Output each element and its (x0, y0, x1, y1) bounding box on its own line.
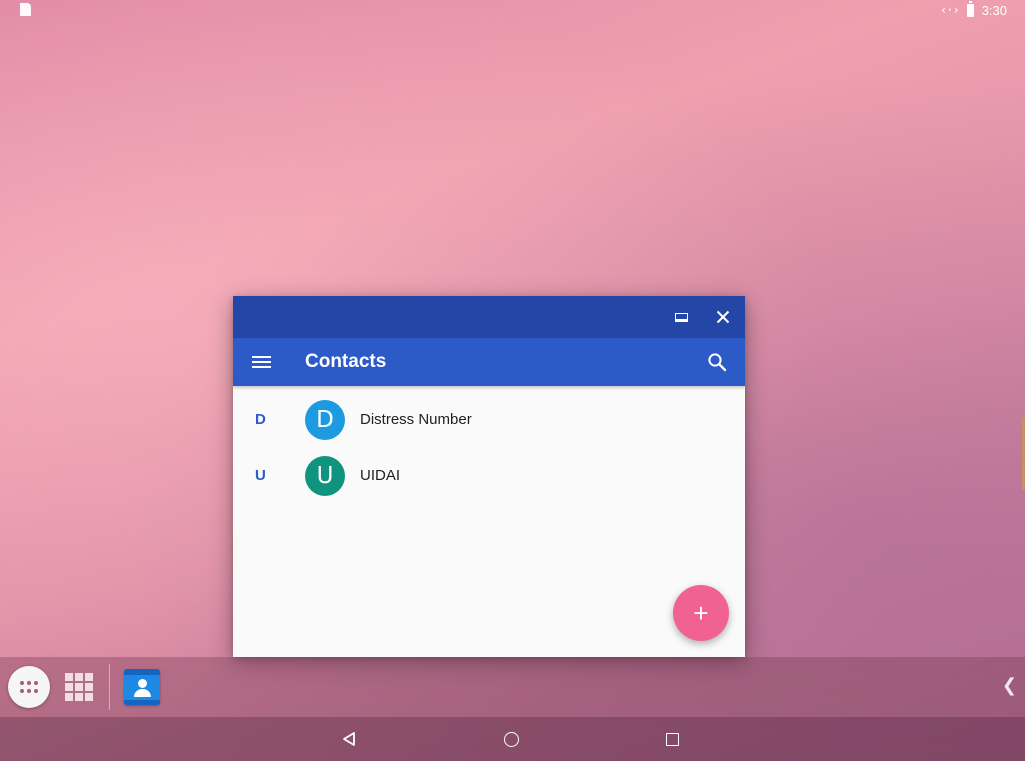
taskbar-divider (109, 664, 110, 710)
app-drawer-button[interactable] (8, 666, 50, 708)
contact-name: Distress Number (360, 411, 472, 428)
close-icon (716, 310, 730, 324)
avatar: U (305, 456, 345, 496)
hamburger-menu-icon[interactable] (249, 350, 273, 374)
status-icons: ‹·› 3:30 (940, 0, 1007, 19)
app-title: Contacts (305, 351, 387, 372)
status-bar: ‹·› 3:30 (0, 0, 1025, 20)
avatar: D (305, 400, 345, 440)
section-header: U (255, 467, 266, 484)
taskbar-collapse-icon[interactable]: ❮ (1002, 675, 1017, 696)
ethernet-icon: ‹·› (940, 3, 960, 17)
contacts-window: Contacts D D Distress Number U U UIDAI + (233, 296, 745, 657)
home-button[interactable] (491, 723, 531, 755)
add-contact-button[interactable]: + (673, 585, 729, 641)
taskbar: ❮ (0, 657, 1025, 717)
plus-icon: + (693, 598, 709, 628)
app-bar: Contacts (233, 338, 745, 386)
sd-card-icon (20, 3, 31, 16)
contact-row[interactable]: D D Distress Number (233, 392, 745, 448)
search-icon (708, 353, 727, 372)
recents-button[interactable] (652, 723, 692, 755)
contact-list: D D Distress Number U U UIDAI (233, 392, 745, 504)
recents-icon (665, 732, 679, 746)
status-clock: 3:30 (981, 2, 1007, 18)
search-button[interactable] (705, 350, 729, 374)
maximize-icon (674, 312, 688, 322)
contact-name: UIDAI (360, 467, 401, 484)
back-button[interactable] (329, 723, 369, 755)
battery-charging-icon (966, 0, 974, 17)
back-icon (343, 732, 355, 746)
navigation-bar (0, 717, 1025, 761)
section-header: D (255, 411, 266, 428)
home-icon (503, 731, 519, 747)
window-caption-bar[interactable] (233, 296, 745, 338)
contacts-app-icon[interactable] (124, 669, 160, 705)
maximize-button[interactable] (661, 296, 701, 338)
grid-icon[interactable] (64, 672, 94, 702)
close-button[interactable] (703, 296, 743, 338)
contact-row[interactable]: U U UIDAI (233, 448, 745, 504)
